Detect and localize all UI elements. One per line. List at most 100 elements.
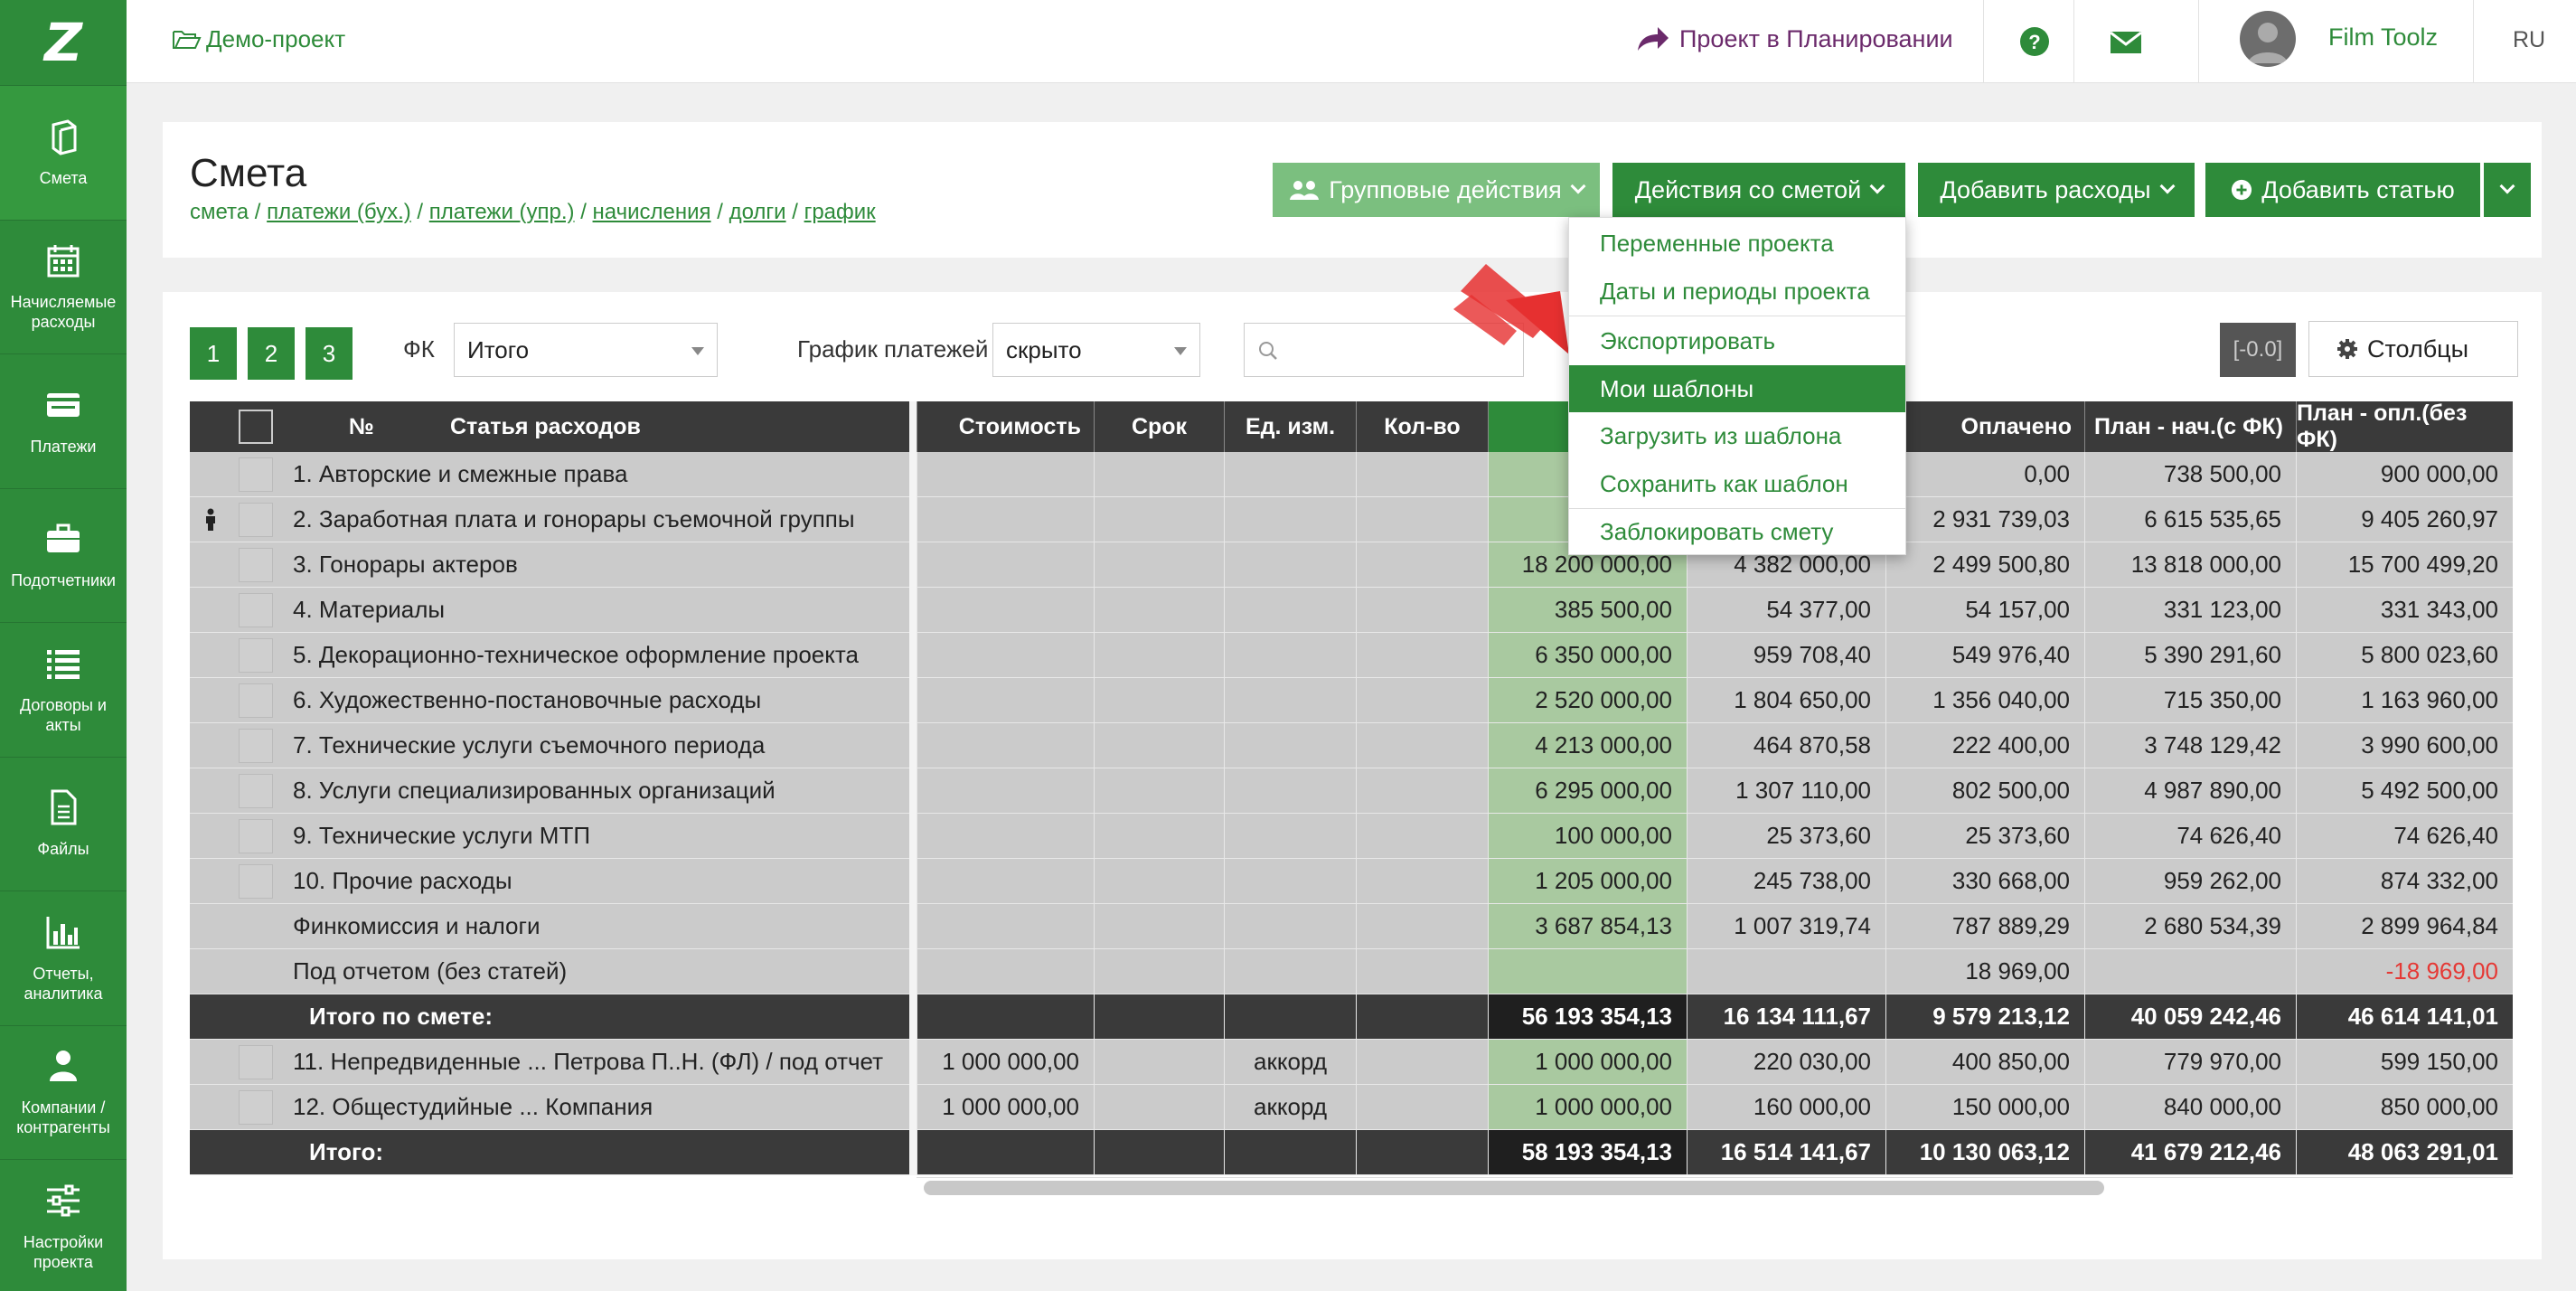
- row-checkbox[interactable]: [239, 638, 273, 673]
- column-header-plan_acc[interactable]: План - нач.(с ФК): [2084, 401, 2296, 452]
- user-name[interactable]: Film Toolz: [2328, 24, 2438, 52]
- table-row[interactable]: Финкомиссия и налоги: [190, 904, 909, 949]
- table-row[interactable]: 11. Непредвиденные ... Петрова П..Н. (ФЛ…: [190, 1040, 909, 1085]
- menu-item-1[interactable]: Даты и периоды проекта: [1569, 268, 1905, 315]
- row-checkbox[interactable]: [239, 864, 273, 899]
- row-cell-plan_acc: 74 626,40: [2084, 814, 2296, 859]
- row-cell-plan_acc: 5 390 291,60: [2084, 633, 2296, 678]
- sidebar-item-3[interactable]: Подотчетники: [0, 489, 127, 623]
- sidebar-item-0[interactable]: Смета: [0, 86, 127, 221]
- help-icon[interactable]: ?: [2017, 25, 2053, 58]
- breadcrumb-link-accruals[interactable]: начисления: [593, 200, 711, 224]
- add-item-button[interactable]: Добавить статью: [2205, 163, 2480, 217]
- row-cell-c1: [1488, 949, 1687, 994]
- menu-item-2[interactable]: Экспортировать: [1569, 317, 1905, 364]
- page-button-3[interactable]: 3: [306, 327, 353, 380]
- breadcrumb-link-schedule[interactable]: график: [804, 200, 876, 224]
- column-header-term[interactable]: Срок: [1094, 401, 1224, 452]
- select-all-checkbox[interactable]: [239, 410, 273, 444]
- menu-item-5[interactable]: Сохранить как шаблон: [1569, 460, 1905, 507]
- row-cell-unit: [1224, 723, 1356, 768]
- sidebar-item-label: Платежи: [30, 437, 97, 456]
- table-row[interactable]: 2. Заработная плата и гонорары съемочной…: [190, 497, 909, 542]
- add-item-dropdown-button[interactable]: [2484, 163, 2531, 217]
- estimate-actions-button[interactable]: Действия со сметой: [1612, 163, 1905, 217]
- row-cell-qty: [1356, 1085, 1488, 1130]
- row-checkbox[interactable]: [239, 683, 273, 718]
- row-cell-term: [1094, 588, 1224, 633]
- row-cell-unit: [1224, 588, 1356, 633]
- schedule-select[interactable]: скрыто: [992, 323, 1200, 377]
- row-cell-c1: 3 687 854,13: [1488, 904, 1687, 949]
- row-cell-term: [1094, 814, 1224, 859]
- table-row[interactable]: 12. Общестудийные ... Компания: [190, 1085, 909, 1130]
- page-button-2[interactable]: 2: [248, 327, 295, 380]
- breadcrumb-link-payments-mgmt[interactable]: платежи (упр.): [429, 200, 575, 224]
- fk-select[interactable]: Итого: [454, 323, 718, 377]
- menu-item-4[interactable]: Загрузить из шаблона: [1569, 412, 1905, 459]
- sidebar-item-8[interactable]: Настройки проекта: [0, 1160, 127, 1291]
- table-row[interactable]: 8. Услуги специализированных организаций: [190, 768, 909, 814]
- menu-item-6[interactable]: Заблокировать смету: [1569, 508, 1905, 555]
- sidebar-item-1[interactable]: Начисляемые расходы: [0, 221, 127, 354]
- table-row[interactable]: 7. Технические услуги съемочного периода: [190, 723, 909, 768]
- zero-badge[interactable]: [-0.0]: [2220, 323, 2296, 377]
- row-checkbox[interactable]: [239, 503, 273, 537]
- sidebar-item-5[interactable]: Файлы: [0, 758, 127, 891]
- row-cell-c1: 2 520 000,00: [1488, 678, 1687, 723]
- table-row[interactable]: Итого:: [190, 1130, 909, 1175]
- horizontal-scrollbar[interactable]: [924, 1181, 2104, 1195]
- table-header-left: № Статья расходов: [190, 401, 909, 452]
- divider: [2073, 0, 2074, 83]
- project-link[interactable]: Демо-проект: [172, 25, 345, 53]
- column-header-paid[interactable]: Оплачено: [1885, 401, 2084, 452]
- sidebar-item-6[interactable]: Отчеты, аналитика: [0, 891, 127, 1026]
- table-row[interactable]: Итого по смете:: [190, 994, 909, 1040]
- row-checkbox[interactable]: [239, 729, 273, 763]
- column-header-unit[interactable]: Ед. изм.: [1224, 401, 1356, 452]
- language-switch[interactable]: RU: [2513, 27, 2545, 53]
- table-row[interactable]: 1. Авторские и смежные права: [190, 452, 909, 497]
- table-row[interactable]: 6. Художественно-постановочные расходы: [190, 678, 909, 723]
- sidebar-item-4[interactable]: Договоры и акты: [0, 623, 127, 758]
- table-row[interactable]: 4. Материалы: [190, 588, 909, 633]
- add-expenses-button[interactable]: Добавить расходы: [1918, 163, 2195, 217]
- menu-item-0[interactable]: Переменные проекта: [1569, 220, 1905, 267]
- breadcrumb-link-payments-acc[interactable]: платежи (бух.): [267, 200, 411, 224]
- row-cell-qty: [1356, 949, 1488, 994]
- row-checkbox[interactable]: [239, 457, 273, 492]
- table-row[interactable]: Под отчетом (без статей): [190, 949, 909, 994]
- columns-button[interactable]: Столбцы: [2308, 321, 2518, 377]
- row-cell-term: [1094, 497, 1224, 542]
- avatar[interactable]: [2240, 11, 2296, 67]
- planning-link[interactable]: Проект в Планировании: [1634, 24, 1953, 54]
- table-row[interactable]: 3. Гонорары актеров: [190, 542, 909, 588]
- sidebar-item-2[interactable]: Платежи: [0, 354, 127, 489]
- row-checkbox[interactable]: [239, 1045, 273, 1079]
- row-checkbox[interactable]: [239, 774, 273, 808]
- page-button-1[interactable]: 1: [190, 327, 237, 380]
- row-cell-cost: 1 000 000,00: [917, 1040, 1094, 1085]
- menu-item-3[interactable]: Мои шаблоны: [1569, 365, 1905, 412]
- mail-icon[interactable]: [2108, 25, 2144, 58]
- sidebar-item-7[interactable]: Компании / контрагенты: [0, 1026, 127, 1160]
- table-row[interactable]: 9. Технические услуги МТП: [190, 814, 909, 859]
- table-row[interactable]: 10. Прочие расходы: [190, 859, 909, 904]
- chevron-down-icon: [1869, 178, 1885, 194]
- table-row[interactable]: 5. Декорационно-техническое оформление п…: [190, 633, 909, 678]
- group-actions-button[interactable]: Групповые действия: [1273, 163, 1600, 217]
- caret-down-icon: [1174, 347, 1187, 355]
- row-checkbox[interactable]: [239, 593, 273, 627]
- column-header-plan_paid[interactable]: План - опл.(без ФК): [2296, 400, 2513, 452]
- row-cell-plan_acc: 40 059 242,46: [2084, 994, 2296, 1040]
- column-header-qty[interactable]: Кол-во: [1356, 401, 1488, 452]
- breadcrumb-link-debts[interactable]: долги: [729, 200, 786, 224]
- title-panel: Смета смета / платежи (бух.) / платежи (…: [163, 122, 2542, 258]
- app-logo[interactable]: Z: [0, 0, 127, 86]
- column-header-cost[interactable]: Стоимость: [917, 401, 1094, 452]
- row-checkbox[interactable]: [239, 548, 273, 582]
- row-checkbox[interactable]: [239, 1090, 273, 1125]
- row-cell-plan_acc: 13 818 000,00: [2084, 542, 2296, 588]
- row-cell-term: [1094, 1085, 1224, 1130]
- row-checkbox[interactable]: [239, 819, 273, 853]
